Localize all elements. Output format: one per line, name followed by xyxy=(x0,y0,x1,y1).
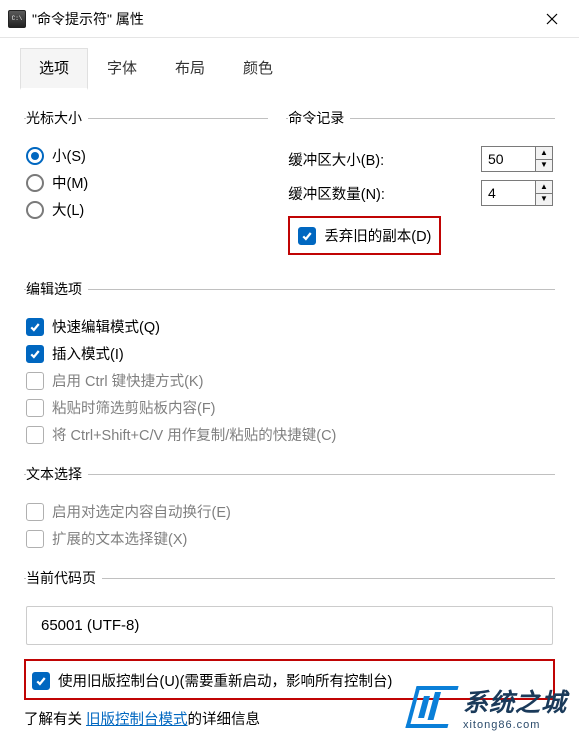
tab-layout[interactable]: 布局 xyxy=(156,48,224,90)
close-button[interactable] xyxy=(529,3,575,35)
radio-label: 中(M) xyxy=(52,172,88,193)
group-codepage: 当前代码页 65001 (UTF-8) xyxy=(24,568,555,651)
tab-font[interactable]: 字体 xyxy=(88,48,156,90)
check-ctrl-shift-cv: 将 Ctrl+Shift+C/V 用作复制/粘贴的快捷键(C) xyxy=(26,421,553,448)
close-icon xyxy=(546,13,558,25)
tab-content: 光标大小 小(S) 中(M) 大(L) 命令记录 缓冲区大小(B): 50 xyxy=(0,90,579,737)
check-wrap-selection: 启用对选定内容自动换行(E) xyxy=(26,498,553,525)
info-text: 的详细信息 xyxy=(188,712,261,728)
check-label: 启用对选定内容自动换行(E) xyxy=(52,501,231,522)
cmd-icon xyxy=(8,10,26,28)
check-label: 使用旧版控制台(U)(需要重新启动，影响所有控制台) xyxy=(58,670,392,691)
group-legend: 编辑选项 xyxy=(26,279,88,299)
radio-cursor-small[interactable]: 小(S) xyxy=(26,142,266,169)
group-legend: 当前代码页 xyxy=(26,568,102,588)
group-command-history: 命令记录 缓冲区大小(B): 50 ▲ ▼ 缓冲区数量(N): 4 ▲ xyxy=(286,108,555,261)
radio-cursor-medium[interactable]: 中(M) xyxy=(26,169,266,196)
spin-down-icon[interactable]: ▼ xyxy=(536,160,552,172)
highlight-legacy-console: 使用旧版控制台(U)(需要重新启动，影响所有控制台) xyxy=(24,659,555,700)
buffer-size-input[interactable]: 50 ▲ ▼ xyxy=(481,146,553,172)
buffer-size-label: 缓冲区大小(B): xyxy=(288,149,384,170)
group-legend: 文本选择 xyxy=(26,464,88,484)
group-legend: 光标大小 xyxy=(26,108,88,128)
radio-cursor-large[interactable]: 大(L) xyxy=(26,196,266,223)
check-label: 将 Ctrl+Shift+C/V 用作复制/粘贴的快捷键(C) xyxy=(52,424,336,445)
tab-options[interactable]: 选项 xyxy=(20,48,88,90)
check-filter-clipboard: 粘贴时筛选剪贴板内容(F) xyxy=(26,394,553,421)
check-extended-text-keys: 扩展的文本选择键(X) xyxy=(26,525,553,552)
checkbox-icon xyxy=(26,318,44,336)
link-legacy-console-mode[interactable]: 旧版控制台模式 xyxy=(86,712,188,728)
spin-up-icon[interactable]: ▲ xyxy=(536,181,552,194)
check-label: 扩展的文本选择键(X) xyxy=(52,528,187,549)
checkbox-icon xyxy=(32,672,50,690)
group-legend: 命令记录 xyxy=(288,108,350,128)
check-insert-mode[interactable]: 插入模式(I) xyxy=(26,340,553,367)
check-use-legacy-console[interactable]: 使用旧版控制台(U)(需要重新启动，影响所有控制台) xyxy=(32,667,547,694)
radio-icon xyxy=(26,174,44,192)
group-cursor-size: 光标大小 小(S) 中(M) 大(L) xyxy=(24,108,268,229)
buffer-count-input[interactable]: 4 ▲ ▼ xyxy=(481,180,553,206)
radio-icon xyxy=(26,147,44,165)
check-label: 插入模式(I) xyxy=(52,343,124,364)
highlight-discard-duplicates: 丢弃旧的副本(D) xyxy=(288,216,441,255)
tab-bar: 选项 字体 布局 颜色 xyxy=(0,38,579,90)
group-text-selection: 文本选择 启用对选定内容自动换行(E) 扩展的文本选择键(X) xyxy=(24,464,555,558)
titlebar: "命令提示符" 属性 xyxy=(0,0,579,38)
check-label: 启用 Ctrl 键快捷方式(K) xyxy=(52,370,203,391)
spin-down-icon[interactable]: ▼ xyxy=(536,194,552,206)
spin-value: 50 xyxy=(482,151,535,167)
window-title: "命令提示符" 属性 xyxy=(32,9,144,29)
buffer-count-label: 缓冲区数量(N): xyxy=(288,183,385,204)
check-discard-old-duplicates[interactable]: 丢弃旧的副本(D) xyxy=(298,222,431,249)
check-ctrl-shortcuts: 启用 Ctrl 键快捷方式(K) xyxy=(26,367,553,394)
checkbox-icon xyxy=(26,372,44,390)
checkbox-icon xyxy=(298,227,316,245)
info-text: 了解有关 xyxy=(24,712,86,728)
check-label: 快速编辑模式(Q) xyxy=(52,316,160,337)
checkbox-icon xyxy=(26,345,44,363)
tab-colors[interactable]: 颜色 xyxy=(224,48,292,90)
checkbox-icon xyxy=(26,530,44,548)
checkbox-icon xyxy=(26,399,44,417)
checkbox-icon xyxy=(26,426,44,444)
checkbox-icon xyxy=(26,503,44,521)
group-edit-options: 编辑选项 快速编辑模式(Q) 插入模式(I) 启用 Ctrl 键快捷方式(K) … xyxy=(24,279,555,454)
check-label: 粘贴时筛选剪贴板内容(F) xyxy=(52,397,216,418)
spin-up-icon[interactable]: ▲ xyxy=(536,147,552,160)
legacy-info-line: 了解有关 旧版控制台模式的详细信息 xyxy=(24,708,555,729)
radio-icon xyxy=(26,201,44,219)
check-quick-edit[interactable]: 快速编辑模式(Q) xyxy=(26,313,553,340)
radio-label: 小(S) xyxy=(52,145,86,166)
codepage-value: 65001 (UTF-8) xyxy=(26,606,553,645)
radio-label: 大(L) xyxy=(52,199,84,220)
spin-value: 4 xyxy=(482,185,535,201)
check-label: 丢弃旧的副本(D) xyxy=(324,225,431,246)
